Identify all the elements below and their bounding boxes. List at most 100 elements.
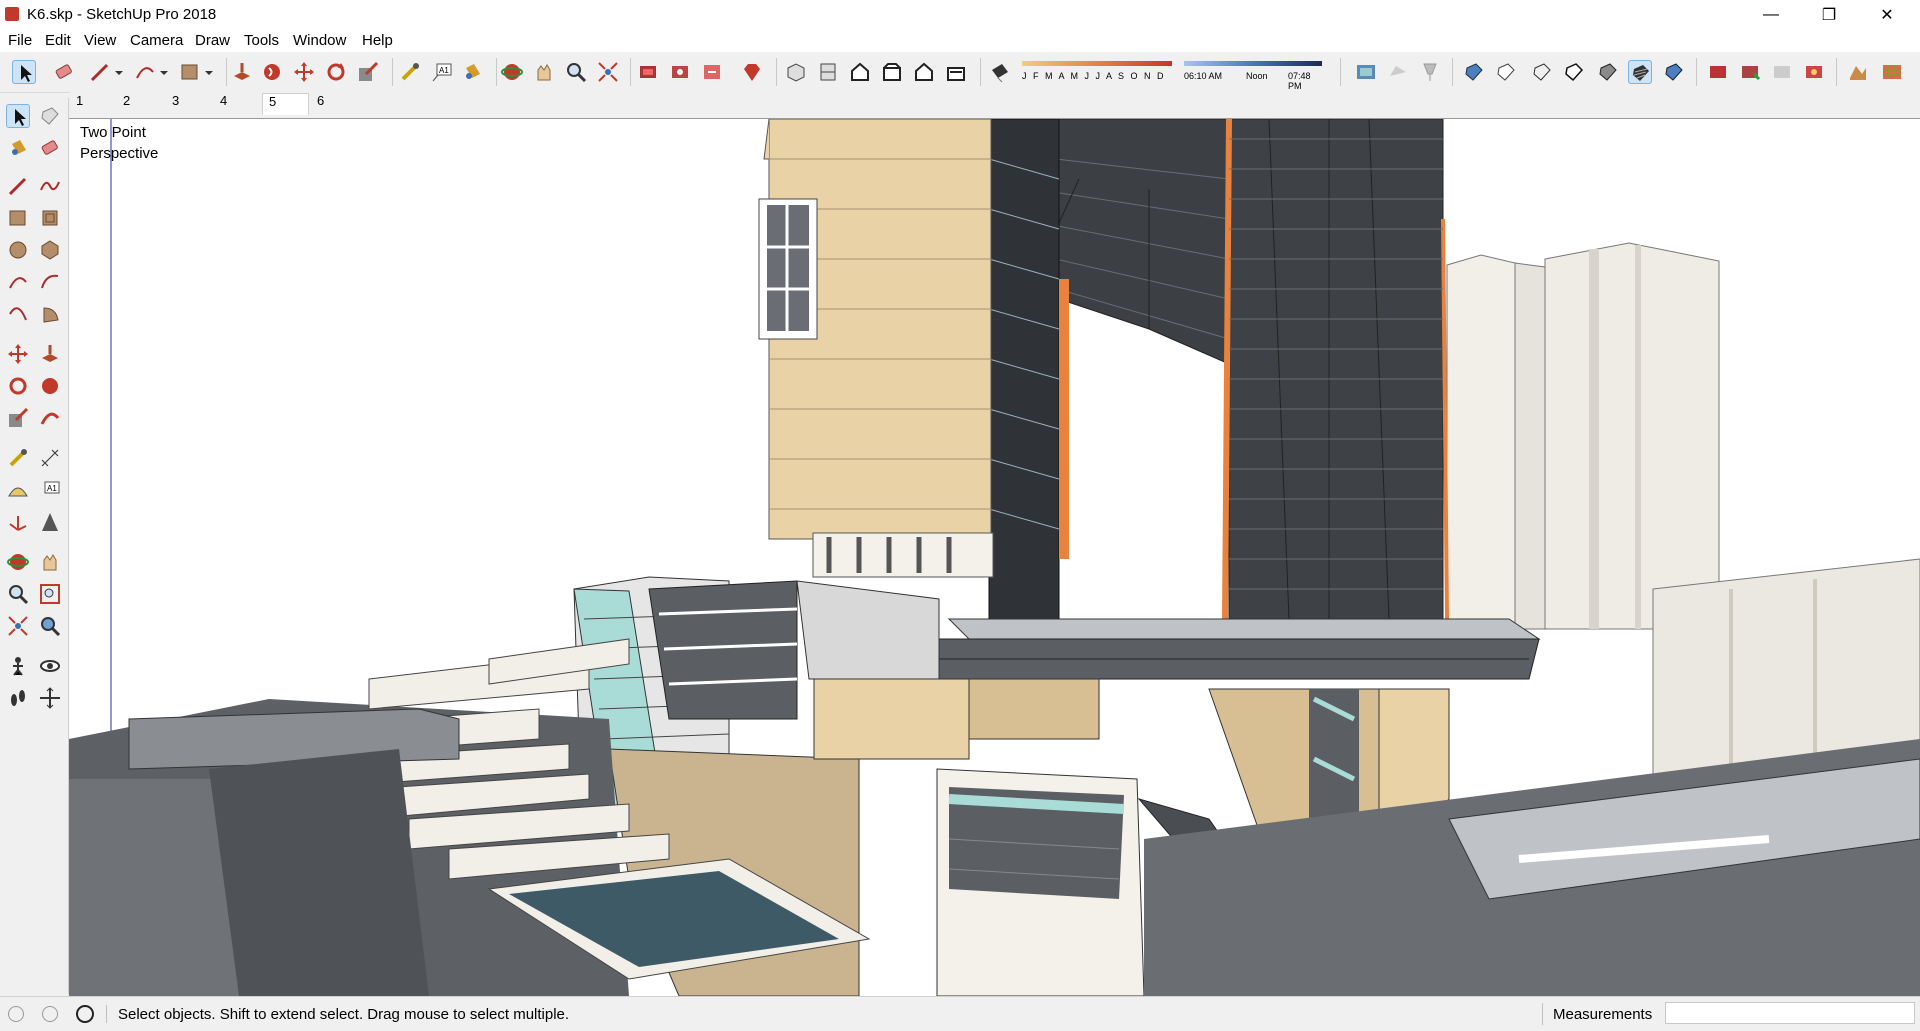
menu-window[interactable]: Window xyxy=(293,32,346,49)
section-plane-tool-icon[interactable] xyxy=(38,686,62,710)
text-icon[interactable]: A1 xyxy=(38,478,62,502)
time-slider[interactable] xyxy=(1184,61,1322,66)
month-slider[interactable] xyxy=(1022,61,1172,66)
paint-bucket-tool-icon[interactable] xyxy=(460,60,484,84)
scene-tab-6[interactable]: 6 xyxy=(311,93,358,115)
scene-tab-2[interactable]: 2 xyxy=(117,93,164,115)
sandbox-from-contours-icon[interactable] xyxy=(1846,60,1870,84)
scene-tab-3[interactable]: 3 xyxy=(166,93,213,115)
fog-toggle-icon[interactable] xyxy=(1386,60,1410,84)
wireframe-style-icon[interactable] xyxy=(1530,60,1554,84)
previous-view-icon[interactable] xyxy=(38,614,62,638)
share-model-icon[interactable] xyxy=(668,60,692,84)
position-camera-icon[interactable] xyxy=(6,654,30,678)
xray-style-icon[interactable] xyxy=(1462,60,1486,84)
hidden-line-style-icon[interactable] xyxy=(1562,60,1586,84)
rotate-icon[interactable] xyxy=(6,374,30,398)
freehand-icon[interactable] xyxy=(38,174,62,198)
push-pull-icon[interactable] xyxy=(38,342,62,366)
map-location-icon[interactable] xyxy=(1354,60,1378,84)
move-icon[interactable] xyxy=(6,342,30,366)
menu-tools[interactable]: Tools xyxy=(244,32,279,49)
rectangle-tool-icon[interactable] xyxy=(178,60,202,84)
eraser-tool-icon[interactable] xyxy=(52,60,76,84)
3d-warehouse-icon[interactable] xyxy=(636,60,660,84)
component-options-icon[interactable] xyxy=(1706,60,1730,84)
ruby-console-icon[interactable] xyxy=(740,60,764,84)
select-tool-icon[interactable] xyxy=(6,104,30,128)
right-view-icon[interactable] xyxy=(880,60,904,84)
front-view-icon[interactable] xyxy=(848,60,872,84)
rotate-tool-icon[interactable] xyxy=(324,60,348,84)
paint-bucket-icon[interactable] xyxy=(6,136,30,160)
polygon-icon[interactable] xyxy=(38,238,62,262)
component-attributes-icon[interactable] xyxy=(1738,60,1762,84)
scene-tab-4[interactable]: 4 xyxy=(214,93,261,115)
scene-tab-5[interactable]: 5 xyxy=(262,93,309,115)
geo-location-icon[interactable] xyxy=(8,1006,24,1022)
minimize-button[interactable]: — xyxy=(1748,0,1794,30)
orbit-icon[interactable] xyxy=(6,550,30,574)
two-point-arc-icon[interactable] xyxy=(38,270,62,294)
zoom-tool-icon[interactable] xyxy=(564,60,588,84)
shaded-style-icon[interactable] xyxy=(1596,60,1620,84)
dynamic-components-icon[interactable] xyxy=(1802,60,1826,84)
zoom-window-icon[interactable] xyxy=(38,582,62,606)
menu-edit[interactable]: Edit xyxy=(45,32,71,49)
close-button[interactable]: ✕ xyxy=(1864,0,1910,30)
monochrome-style-icon[interactable] xyxy=(1662,60,1686,84)
back-edges-style-icon[interactable] xyxy=(1494,60,1518,84)
zoom-extents-icon[interactable] xyxy=(6,614,30,638)
offset-icon[interactable] xyxy=(38,406,62,430)
arc-tool-icon[interactable] xyxy=(133,60,157,84)
menu-help[interactable]: Help xyxy=(362,32,393,49)
menu-view[interactable]: View xyxy=(84,32,116,49)
zoom-icon[interactable] xyxy=(6,582,30,606)
iso-view-icon[interactable] xyxy=(784,60,808,84)
section-plane-icon[interactable] xyxy=(1418,60,1442,84)
pan-icon[interactable] xyxy=(38,550,62,574)
protractor-icon[interactable] xyxy=(6,478,30,502)
restore-button[interactable]: ❐ xyxy=(1806,0,1852,30)
make-component-icon[interactable] xyxy=(38,104,62,128)
dimension-icon[interactable] xyxy=(38,446,62,470)
scale-icon[interactable] xyxy=(6,406,30,430)
tape-measure-tool-icon[interactable] xyxy=(398,60,422,84)
tape-measure-icon[interactable] xyxy=(6,446,30,470)
menu-camera[interactable]: Camera xyxy=(130,32,183,49)
shaded-textures-style-icon[interactable] xyxy=(1628,60,1652,84)
eraser-icon[interactable] xyxy=(38,136,62,160)
user-account-icon[interactable] xyxy=(76,1005,94,1023)
menu-file[interactable]: File xyxy=(8,32,32,49)
rectangle-icon[interactable] xyxy=(6,206,30,230)
shape-dropdown-icon[interactable] xyxy=(203,60,227,84)
zoom-extents-tool-icon[interactable] xyxy=(596,60,620,84)
credits-icon[interactable] xyxy=(42,1006,58,1022)
model-viewport[interactable]: Two Point Perspective xyxy=(69,118,1920,996)
line-icon[interactable] xyxy=(6,174,30,198)
move-tool-icon[interactable] xyxy=(292,60,316,84)
measurements-input[interactable] xyxy=(1665,1002,1915,1024)
three-point-arc-icon[interactable] xyxy=(6,302,30,326)
sandbox-from-scratch-icon[interactable] xyxy=(1880,60,1904,84)
walk-icon[interactable] xyxy=(6,686,30,710)
circle-icon[interactable] xyxy=(6,238,30,262)
follow-me-icon[interactable] xyxy=(38,374,62,398)
left-view-icon[interactable] xyxy=(944,60,968,84)
pie-icon[interactable] xyxy=(38,302,62,326)
rotated-rectangle-icon[interactable] xyxy=(38,206,62,230)
line-tool-icon[interactable] xyxy=(88,60,112,84)
generate-report-icon[interactable] xyxy=(1770,60,1794,84)
axes-icon[interactable] xyxy=(6,510,30,534)
menu-draw[interactable]: Draw xyxy=(195,32,230,49)
extension-warehouse-icon[interactable] xyxy=(700,60,724,84)
look-around-icon[interactable] xyxy=(38,654,62,678)
back-view-icon[interactable] xyxy=(912,60,936,84)
push-pull-tool-icon[interactable] xyxy=(230,60,254,84)
follow-me-tool-icon[interactable] xyxy=(260,60,284,84)
pan-tool-icon[interactable] xyxy=(532,60,556,84)
scale-tool-icon[interactable] xyxy=(356,60,380,84)
scene-tab-1[interactable]: 1 xyxy=(70,93,117,115)
shadows-toggle-icon[interactable] xyxy=(988,60,1012,84)
select-tool-icon[interactable] xyxy=(12,60,36,84)
